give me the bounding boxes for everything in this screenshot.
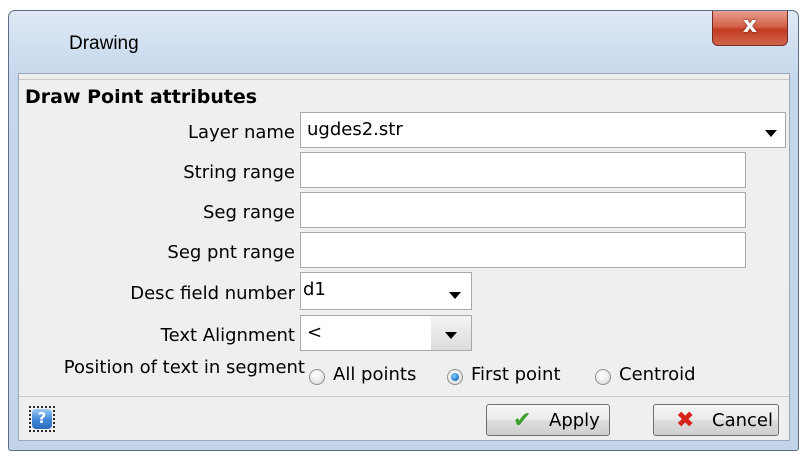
drawing-dialog: Drawing x Draw Point attributes Layer na… — [8, 10, 799, 451]
radio-centroid-label: Centroid — [619, 364, 696, 385]
cancel-label: Cancel — [712, 410, 773, 431]
section-title: Draw Point attributes — [25, 86, 258, 108]
desc-field-number-value: d1 — [303, 279, 326, 300]
seg-pnt-range-label: Seg pnt range — [167, 242, 295, 263]
title-bar: Drawing x — [9, 11, 798, 73]
chevron-down-icon — [445, 332, 457, 339]
top-divider — [19, 79, 789, 80]
text-alignment-label: Text Alignment — [160, 325, 295, 346]
radio-button-icon — [595, 369, 611, 385]
seg-range-label: Seg range — [203, 202, 295, 223]
chevron-down-icon — [765, 130, 777, 137]
radio-all-points-label: All points — [333, 364, 417, 385]
string-range-label: String range — [183, 162, 295, 183]
apply-button[interactable]: ✔ Apply — [486, 404, 610, 436]
string-range-input[interactable] — [300, 152, 746, 188]
check-icon: ✔ — [513, 408, 532, 433]
seg-pnt-range-input[interactable] — [300, 232, 746, 268]
position-label: Position of text in segment — [63, 357, 305, 378]
apply-label: Apply — [549, 410, 600, 431]
bottom-divider — [19, 396, 789, 397]
seg-range-input[interactable] — [300, 192, 746, 228]
close-button[interactable]: x — [712, 11, 788, 46]
radio-button-selected-icon — [447, 369, 463, 385]
window-title: Drawing — [69, 33, 139, 54]
desc-field-number-combo[interactable]: d1 — [300, 272, 472, 310]
layer-name-value: ugdes2.str — [307, 119, 403, 140]
chevron-down-icon — [449, 292, 461, 299]
radio-first-point-label: First point — [471, 364, 561, 385]
dialog-body: Draw Point attributes Layer name ugdes2.… — [18, 73, 790, 441]
dropdown-button[interactable] — [431, 316, 471, 350]
layer-name-label: Layer name — [188, 122, 295, 143]
radio-button-icon — [309, 369, 325, 385]
red-x-icon: ✖ — [676, 408, 695, 433]
desc-field-number-label: Desc field number — [130, 283, 295, 304]
text-alignment-value: < — [307, 322, 323, 343]
help-question-icon: ? — [32, 409, 52, 429]
layer-name-dropdown[interactable]: ugdes2.str — [300, 112, 786, 148]
close-x-icon: x — [742, 13, 758, 38]
text-alignment-combo[interactable]: < — [300, 315, 472, 351]
cancel-button[interactable]: ✖ Cancel — [653, 404, 779, 436]
help-button[interactable]: ? — [29, 406, 55, 432]
